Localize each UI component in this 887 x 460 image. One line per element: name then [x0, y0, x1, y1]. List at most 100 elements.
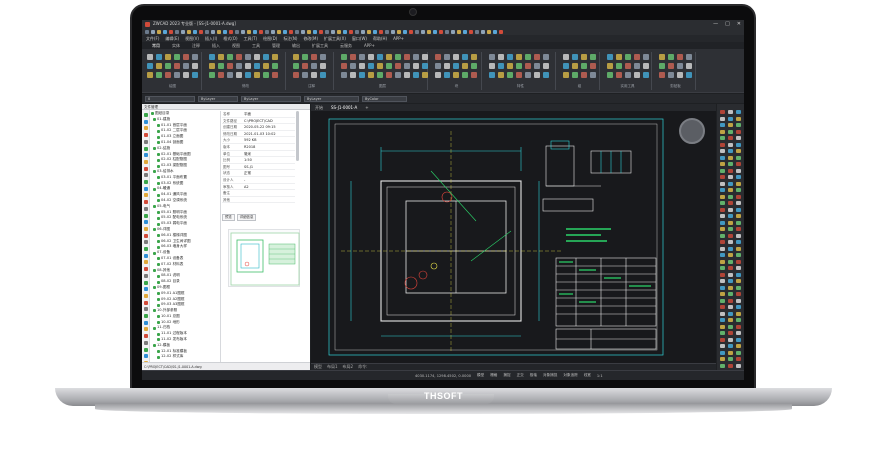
toolbar-button-icon[interactable]	[217, 29, 221, 34]
panel-tool-icon[interactable]	[144, 300, 148, 305]
ribbon-tool-icon[interactable]	[659, 72, 665, 78]
property-value[interactable]: R2018	[244, 144, 295, 150]
maximize-button[interactable]: □	[725, 21, 730, 27]
status-toggle[interactable]: 栅格	[490, 373, 497, 378]
side-tool-icon[interactable]	[736, 201, 741, 205]
ribbon-tool-icon[interactable]	[183, 72, 189, 78]
toolbar-button-icon[interactable]	[409, 29, 413, 34]
side-tool-icon[interactable]	[736, 266, 741, 270]
toolbar-button-icon[interactable]	[361, 29, 365, 34]
ribbon-tool-icon[interactable]	[534, 63, 540, 69]
side-tool-icon[interactable]	[736, 142, 741, 147]
ribbon-tool-icon[interactable]	[525, 63, 531, 69]
ribbon-tool-icon[interactable]	[489, 63, 495, 69]
side-tool-icon[interactable]	[736, 337, 741, 342]
ribbon-tool-icon[interactable]	[516, 63, 522, 69]
ribbon-tool-icon[interactable]	[607, 72, 613, 78]
ribbon-tool-icon[interactable]	[350, 63, 356, 69]
ribbon-tab[interactable]: 视图	[232, 43, 240, 49]
side-tool-icon[interactable]	[736, 181, 741, 186]
ribbon-tool-icon[interactable]	[272, 54, 278, 60]
panel-tool-icon[interactable]	[144, 153, 148, 158]
ribbon-tool-icon[interactable]	[263, 54, 269, 60]
status-toggle[interactable]: 模型	[477, 373, 484, 378]
ribbon-tool-icon[interactable]	[209, 54, 215, 60]
side-tool-icon[interactable]	[728, 136, 733, 140]
side-tool-icon[interactable]	[728, 253, 733, 257]
menu-item[interactable]: 插入(I)	[205, 36, 217, 42]
ribbon-tool-icon[interactable]	[174, 72, 180, 78]
ribbon-tool-icon[interactable]	[156, 54, 162, 60]
ribbon-tool-icon[interactable]	[359, 72, 365, 78]
toolbar-button-icon[interactable]	[247, 29, 251, 34]
panel-tool-icon[interactable]	[144, 307, 148, 312]
toolbar-button-icon[interactable]	[157, 29, 161, 34]
menu-item[interactable]: 视图(V)	[185, 36, 199, 42]
ribbon-tool-icon[interactable]	[534, 54, 540, 60]
side-tool-icon[interactable]	[728, 292, 733, 296]
ribbon-tool-icon[interactable]	[643, 63, 649, 69]
ribbon-tool-icon[interactable]	[218, 72, 224, 78]
ribbon-tab[interactable]: 工具	[252, 43, 260, 49]
ribbon-tool-icon[interactable]	[543, 63, 549, 69]
side-tool-icon[interactable]	[728, 129, 733, 134]
toolbar-button-icon[interactable]	[199, 29, 203, 34]
side-tool-icon[interactable]	[736, 324, 741, 329]
side-tool-icon[interactable]	[720, 155, 725, 160]
side-tool-icon[interactable]	[728, 350, 733, 355]
ribbon-tool-icon[interactable]	[341, 63, 347, 69]
side-tool-icon[interactable]	[720, 227, 725, 231]
panel-tool-icon[interactable]	[144, 226, 148, 231]
ribbon-tab[interactable]: 注释	[192, 43, 200, 49]
side-tool-icon[interactable]	[736, 292, 741, 296]
ribbon-tool-icon[interactable]	[453, 54, 459, 60]
linetype-select[interactable]: ByLayer	[241, 95, 301, 102]
toolbar-button-icon[interactable]	[385, 29, 389, 34]
toolbar-button-icon[interactable]	[343, 29, 347, 34]
property-value[interactable]: 1:50	[244, 157, 295, 163]
ribbon-tool-icon[interactable]	[156, 72, 162, 78]
ribbon-tool-icon[interactable]	[616, 72, 622, 78]
side-tool-icon[interactable]	[728, 168, 733, 173]
ribbon-tool-icon[interactable]	[227, 63, 233, 69]
toolbar-button-icon[interactable]	[451, 29, 455, 34]
side-tool-icon[interactable]	[728, 266, 733, 270]
side-tool-icon[interactable]	[728, 305, 733, 309]
toolbar-button-icon[interactable]	[379, 29, 383, 34]
side-tool-icon[interactable]	[736, 214, 741, 218]
ribbon-tool-icon[interactable]	[302, 63, 308, 69]
ribbon-tab[interactable]: 管理	[272, 43, 280, 49]
side-tool-icon[interactable]	[720, 324, 725, 329]
side-tool-icon[interactable]	[728, 272, 733, 277]
tab-start[interactable]: 开始	[315, 105, 323, 111]
panel-tool-icon[interactable]	[144, 314, 148, 318]
ribbon-tool-icon[interactable]	[377, 63, 383, 69]
side-tool-icon[interactable]	[736, 207, 741, 212]
side-tool-icon[interactable]	[720, 233, 725, 238]
panel-tool-icon[interactable]	[144, 260, 148, 265]
panel-tool-icon[interactable]	[144, 340, 148, 345]
ribbon-tool-icon[interactable]	[616, 54, 622, 60]
layer-select[interactable]: 0	[145, 95, 195, 102]
side-tool-icon[interactable]	[728, 142, 733, 147]
side-tool-icon[interactable]	[720, 363, 725, 368]
ribbon-tool-icon[interactable]	[404, 54, 410, 60]
side-tool-icon[interactable]	[720, 136, 725, 140]
side-tool-icon[interactable]	[720, 298, 725, 303]
ribbon-tool-icon[interactable]	[147, 72, 153, 78]
panel-tool-icon[interactable]	[144, 280, 148, 285]
ribbon-tool-icon[interactable]	[320, 54, 326, 60]
toolbar-button-icon[interactable]	[391, 29, 395, 34]
side-tool-icon[interactable]	[728, 194, 733, 199]
ribbon-tool-icon[interactable]	[395, 63, 401, 69]
toolbar-button-icon[interactable]	[469, 29, 473, 34]
side-tool-icon[interactable]	[728, 227, 733, 231]
side-tool-icon[interactable]	[728, 110, 733, 114]
ribbon-tool-icon[interactable]	[668, 63, 674, 69]
toolbar-button-icon[interactable]	[433, 29, 437, 34]
ribbon-tool-icon[interactable]	[634, 72, 640, 78]
panel-tool-icon[interactable]	[144, 273, 148, 278]
toolbar-button-icon[interactable]	[169, 29, 173, 34]
toolbar-button-icon[interactable]	[175, 29, 179, 34]
ribbon-tool-icon[interactable]	[293, 54, 299, 60]
